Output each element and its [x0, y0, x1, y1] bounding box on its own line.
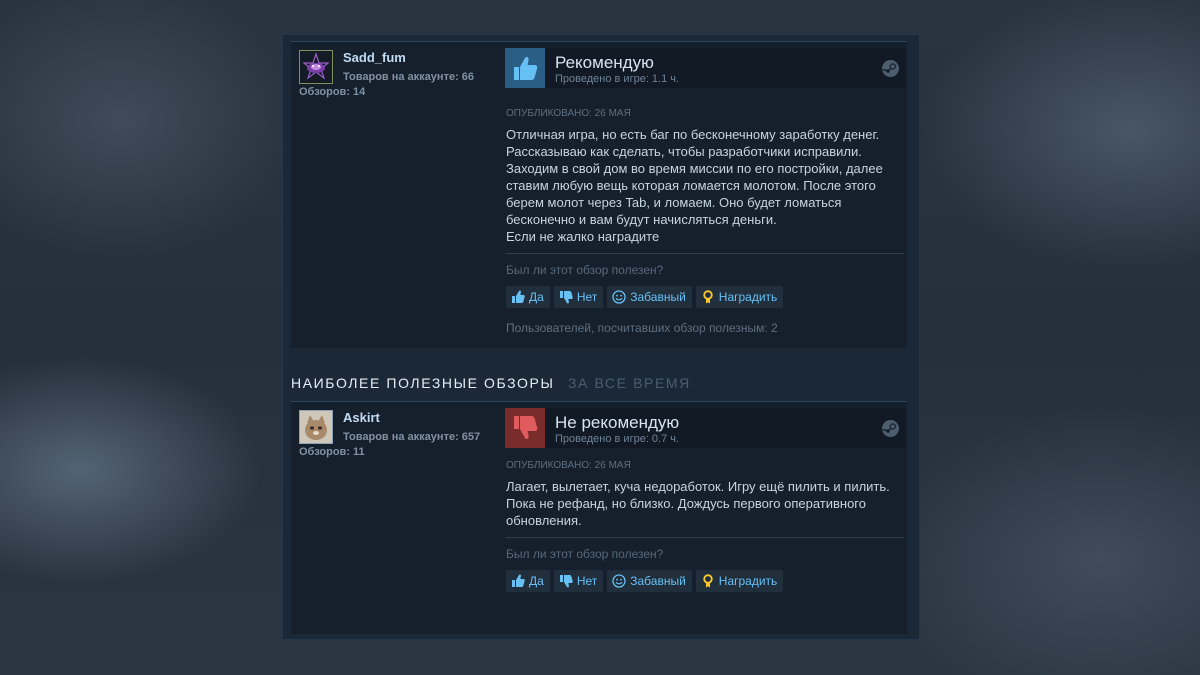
award-icon [701, 574, 715, 588]
review-text: Лагает, вылетает, куча недоработок. Игру… [506, 478, 890, 529]
review-text-line: ставим любую вещь которая ломается молот… [506, 178, 876, 193]
review-verdict: Не рекомендую [555, 413, 680, 432]
vote-yes-button[interactable]: Да [506, 286, 550, 308]
posted-date: ОПУБЛИКОВАНО: 26 МАЯ [506, 460, 631, 471]
vote-no-label: Нет [576, 574, 598, 588]
award-label: Наградить [718, 290, 778, 304]
review-text-line: бесконечно и вам будут начисляться деньг… [506, 212, 777, 227]
smiley-icon [612, 290, 626, 304]
award-label: Наградить [718, 574, 778, 588]
section-title: НАИБОЛЕЕ ПОЛЕЗНЫЕ ОБЗОРЫ ЗА ВСЕ ВРЕМЯ [291, 375, 691, 391]
username[interactable]: Askirt [343, 410, 380, 425]
review-text-line: берем молот через Tab, и ломаем. Оно буд… [506, 195, 842, 210]
review-text-line: Если не жалко наградите [506, 229, 660, 244]
review-card: Sadd_fum Товаров на аккаунте: 66 Обзоров… [291, 41, 907, 348]
vote-no-button[interactable]: Нет [553, 286, 604, 308]
vote-no-button[interactable]: Нет [553, 570, 604, 592]
thumbs-down-icon [559, 574, 573, 588]
vote-header[interactable]: Рекомендую Проведено в игре: 1.1 ч. [505, 48, 905, 88]
helpful-question: Был ли этот обзор полезен? [506, 547, 664, 561]
divider [506, 537, 904, 538]
smiley-icon [612, 574, 626, 588]
award-button[interactable]: Наградить [695, 286, 784, 308]
review-text-line: обновления. [506, 513, 582, 528]
reviews-panel: Sadd_fum Товаров на аккаунте: 66 Обзоров… [282, 34, 920, 640]
vote-yes-label: Да [529, 290, 544, 304]
review-text-line: Пока не рефанд, но близко. Дождусь перво… [506, 496, 866, 511]
award-button[interactable]: Наградить [695, 570, 784, 592]
thumbs-up-icon [505, 48, 545, 88]
review-text-line: Заходим в свой дом во время миссии по ег… [506, 161, 883, 176]
review-verdict: Рекомендую [555, 53, 654, 72]
steam-icon [882, 60, 899, 77]
section-title-period[interactable]: ЗА ВСЕ ВРЕМЯ [568, 375, 691, 391]
products-count[interactable]: Товаров на аккаунте: 66 [343, 71, 474, 83]
helpful-question: Был ли этот обзор полезен? [506, 263, 664, 277]
avatar[interactable] [299, 50, 333, 84]
avatar[interactable] [299, 410, 333, 444]
review-text: Отличная игра, но есть баг по бесконечно… [506, 126, 886, 245]
posted-date: ОПУБЛИКОВАНО: 26 МАЯ [506, 108, 631, 119]
award-icon [701, 290, 715, 304]
review-card: Askirt Товаров на аккаунте: 657 Обзоров:… [291, 401, 907, 634]
review-text-line: Рассказываю как сделать, чтобы разработч… [506, 144, 862, 159]
reviews-count[interactable]: Обзоров: 11 [299, 446, 365, 458]
vote-no-label: Нет [576, 290, 598, 304]
vote-yes-label: Да [529, 574, 544, 588]
review-text-line: Отличная игра, но есть баг по бесконечно… [506, 127, 880, 142]
vote-funny-button[interactable]: Забавный [607, 570, 692, 592]
rating-buttons: Да Нет Забавный Наградить [506, 286, 784, 308]
thumbs-up-icon [511, 574, 525, 588]
vote-funny-label: Забавный [630, 574, 686, 588]
vote-header[interactable]: Не рекомендую Проведено в игре: 0.7 ч. [505, 408, 905, 448]
hours-played: Проведено в игре: 1.1 ч. [555, 73, 680, 85]
thumbs-down-icon [505, 408, 545, 448]
username[interactable]: Sadd_fum [343, 50, 406, 65]
section-title-main: НАИБОЛЕЕ ПОЛЕЗНЫЕ ОБЗОРЫ [291, 375, 555, 391]
products-count[interactable]: Товаров на аккаунте: 657 [343, 431, 480, 443]
hours-played: Проведено в игре: 0.7 ч. [555, 433, 680, 445]
rating-buttons: Да Нет Забавный Наградить [506, 570, 784, 592]
vote-funny-label: Забавный [630, 290, 686, 304]
thumbs-down-icon [559, 290, 573, 304]
thumbs-up-icon [511, 290, 525, 304]
found-helpful: Пользователей, посчитавших обзор полезны… [506, 321, 778, 335]
divider [506, 253, 904, 254]
vote-yes-button[interactable]: Да [506, 570, 550, 592]
steam-icon [882, 420, 899, 437]
vote-funny-button[interactable]: Забавный [607, 286, 692, 308]
reviews-count[interactable]: Обзоров: 14 [299, 86, 365, 98]
review-text-line: Лагает, вылетает, куча недоработок. Игру… [506, 479, 890, 494]
